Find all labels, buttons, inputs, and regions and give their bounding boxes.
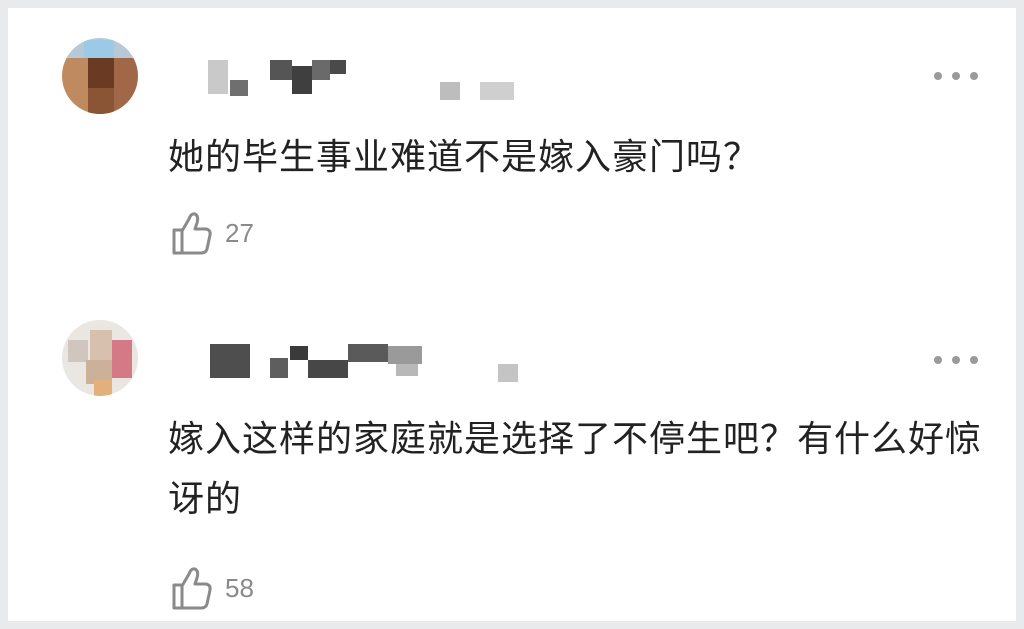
more-options-button[interactable] (934, 350, 978, 370)
avatar[interactable] (62, 38, 138, 114)
like-count: 27 (225, 217, 254, 248)
more-dots-icon (934, 72, 942, 80)
comment-text: 她的毕生事业难道不是嫁入豪门吗？ (168, 137, 761, 178)
like-button[interactable]: 58 (171, 565, 254, 611)
more-options-button[interactable] (934, 66, 978, 86)
comment-list: 她的毕生事业难道不是嫁入豪门吗？ 27 嫁入这样的家庭就是选择了不停生吧？有什么… (8, 8, 1016, 621)
more-dots-icon (934, 356, 942, 364)
thumbs-up-icon (172, 567, 212, 610)
like-count: 58 (225, 572, 254, 603)
avatar[interactable] (62, 320, 138, 396)
like-button[interactable]: 27 (171, 210, 254, 256)
thumbs-up-icon (172, 212, 212, 255)
comment-text: 嫁入这样的家庭就是选择了不停生吧？有什么好惊讶的 (168, 419, 983, 520)
